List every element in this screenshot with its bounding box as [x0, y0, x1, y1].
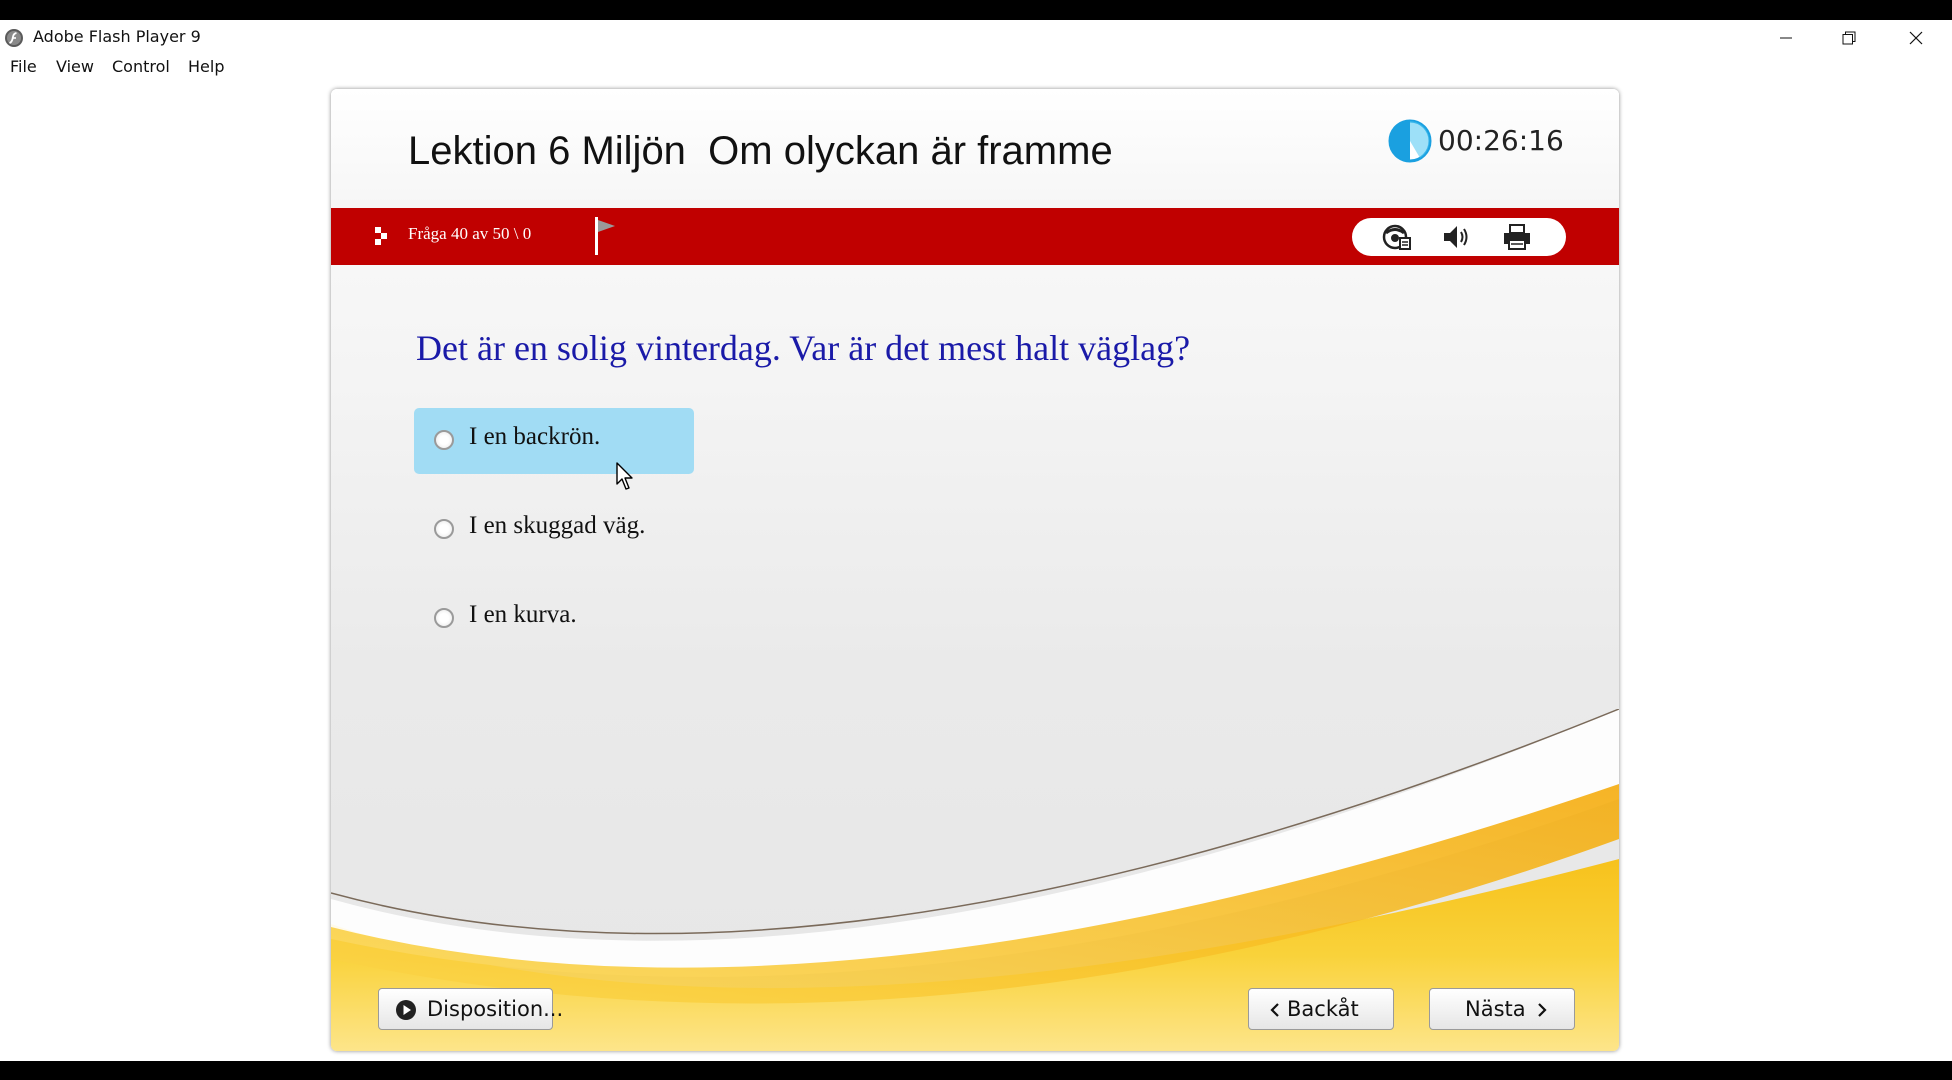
title-bar: Adobe Flash Player 9 [0, 20, 1952, 55]
radio-button[interactable] [434, 430, 454, 450]
close-button[interactable] [1885, 20, 1947, 55]
tools-group [1352, 218, 1566, 256]
answer-label: I en backrön. [469, 423, 601, 450]
back-button[interactable]: Backåt [1248, 988, 1394, 1030]
timer-icon [1388, 119, 1432, 163]
chevron-right-icon [1538, 1003, 1547, 1017]
back-label: Backåt [1287, 997, 1359, 1021]
question-counter: Fråga 40 av 50 \ 0 [408, 224, 532, 243]
close-icon [1909, 31, 1923, 44]
answer-option-3[interactable]: I en kurva. [414, 586, 694, 652]
flag-icon[interactable] [593, 215, 619, 257]
restore-button[interactable] [1818, 20, 1880, 55]
top-black-strip [0, 0, 1952, 20]
menu-bar: File View Control Help [0, 55, 1952, 81]
next-label: Nästa [1465, 997, 1526, 1021]
restore-icon [1842, 31, 1856, 44]
menu-control[interactable]: Control [112, 57, 170, 76]
timer-display: 00:26:16 [1438, 124, 1564, 157]
chevron-left-icon [1270, 1003, 1279, 1017]
quiz-panel: Lektion 6 Miljön Om olyckan är framme 00… [331, 89, 1619, 1051]
disposition-label: Disposition... [427, 997, 564, 1021]
answer-label: I en skuggad väg. [469, 512, 646, 539]
lesson-header: Lektion 6 Miljön Om olyckan är framme 00… [331, 89, 1619, 208]
answer-label: I en kurva. [469, 601, 577, 628]
bottom-black-strip [0, 1061, 1952, 1080]
disposition-button[interactable]: Disposition... [378, 988, 563, 1030]
progress-icon [375, 227, 387, 245]
window-title: Adobe Flash Player 9 [33, 27, 201, 46]
radio-button[interactable] [434, 519, 454, 539]
menu-view[interactable]: View [56, 57, 94, 76]
mouse-cursor-icon [616, 462, 633, 490]
question-text: Det är en solig vinterdag. Var är det me… [416, 328, 1191, 368]
minimize-button[interactable] [1755, 20, 1817, 55]
lesson-title: Lektion 6 Miljön Om olyckan är framme [408, 129, 1113, 173]
flash-player-icon [5, 29, 23, 47]
help-icon[interactable] [1380, 222, 1412, 252]
printer-icon[interactable] [1501, 222, 1533, 252]
radio-button[interactable] [434, 608, 454, 628]
minimize-icon [1780, 37, 1792, 38]
answer-option-2[interactable]: I en skuggad väg. [414, 497, 694, 563]
answer-option-1[interactable]: I en backrön. [414, 408, 694, 474]
speaker-icon[interactable] [1440, 222, 1472, 252]
next-button[interactable]: Nästa [1429, 988, 1575, 1030]
question-toolbar: Fråga 40 av 50 \ 0 [331, 208, 1619, 265]
menu-file[interactable]: File [10, 57, 37, 76]
menu-help[interactable]: Help [188, 57, 224, 76]
play-icon [396, 1000, 416, 1020]
